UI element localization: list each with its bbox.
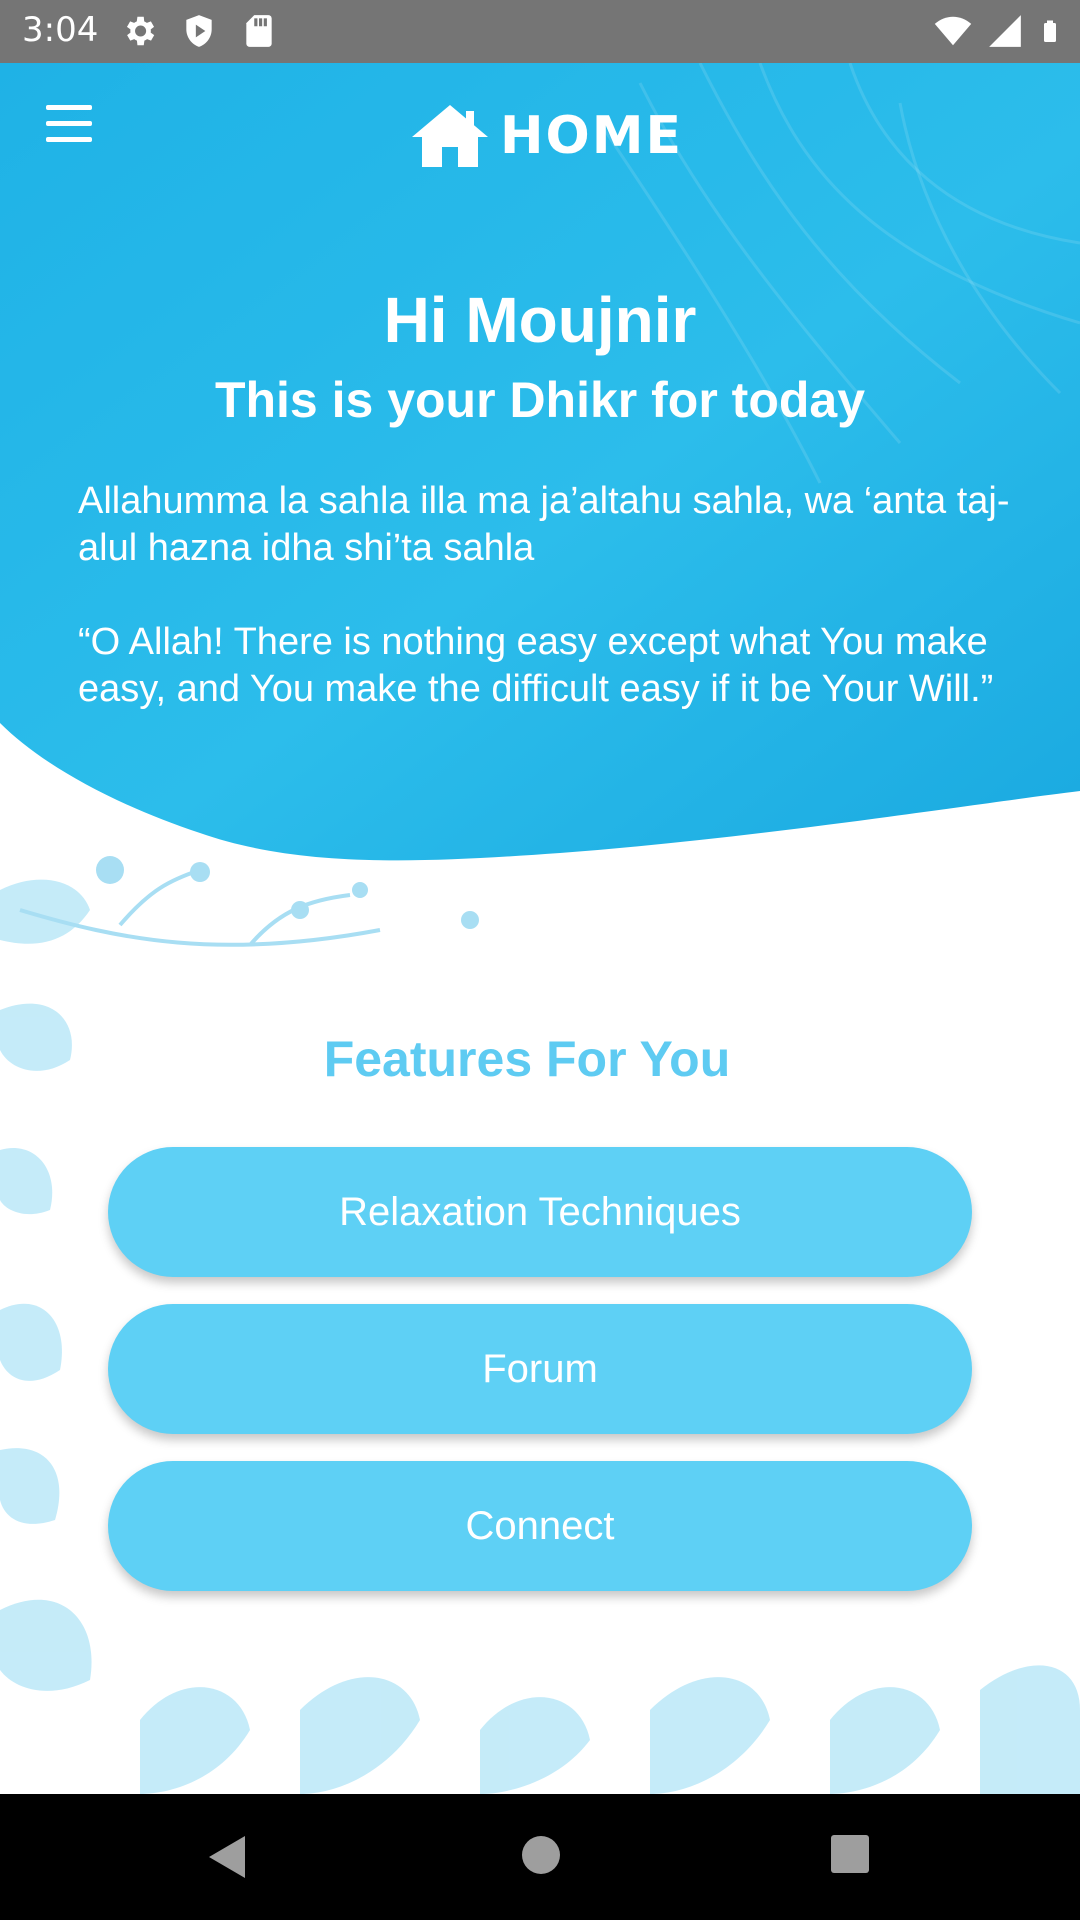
dhikr-text: Allahumma la sahla illa ma ja’altahu sah…: [78, 478, 1018, 713]
settings-gear-icon: [126, 16, 155, 46]
house-icon: [412, 105, 488, 167]
system-nav-bar: [0, 1794, 1080, 1920]
dhikr-subtitle: This is your Dhikr for today: [214, 372, 866, 428]
cellular-signal-icon: [989, 15, 1021, 47]
recents-square-icon[interactable]: [830, 1834, 870, 1874]
hamburger-menu-icon[interactable]: [38, 105, 98, 159]
app-bar: HOME: [0, 63, 1080, 201]
home-circle-icon[interactable]: [520, 1834, 562, 1876]
battery-icon: [1044, 20, 1056, 42]
forum-button[interactable]: Forum: [108, 1304, 972, 1434]
dhikr-translation: “O Allah! There is nothing easy except w…: [78, 621, 994, 710]
home-title: HOME: [410, 101, 683, 171]
status-time: 3:04: [22, 10, 99, 50]
greeting: Hi Moujnir: [383, 284, 697, 356]
app-bar-title: HOME: [500, 106, 683, 166]
connect-button[interactable]: Connect: [108, 1461, 972, 1591]
shield-icon: [186, 15, 212, 47]
relaxation-techniques-button[interactable]: Relaxation Techniques: [108, 1147, 972, 1277]
status-bar: 3:04: [0, 0, 1080, 63]
back-icon[interactable]: [205, 1834, 249, 1880]
wifi-icon: [934, 16, 972, 46]
sd-card-icon: [246, 15, 272, 47]
dhikr-transliteration: Allahumma la sahla illa ma ja’altahu sah…: [78, 480, 1010, 569]
features-heading: Features For You: [323, 1031, 731, 1087]
